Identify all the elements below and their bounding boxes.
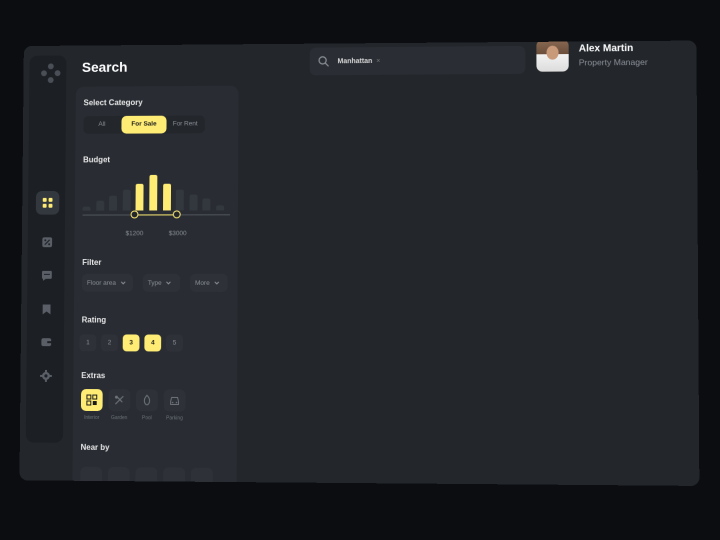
budget-max-label: $3000 xyxy=(168,230,187,238)
budget-bar xyxy=(162,183,171,211)
extra-interior-label: Interior xyxy=(83,414,100,422)
bookmark-icon xyxy=(42,304,51,315)
floor-area-label: Floor area xyxy=(86,279,116,287)
extras-title: Extras xyxy=(81,371,106,381)
budget-bar xyxy=(95,200,104,211)
near-by-item[interactable] xyxy=(135,467,158,486)
filter-panel: Select Category All For Sale For Rent Bu… xyxy=(72,85,239,486)
chevron-down-icon xyxy=(166,280,172,286)
more-label: More xyxy=(195,279,210,287)
category-all[interactable]: All xyxy=(83,116,120,134)
rating-5[interactable]: 5 xyxy=(166,334,183,352)
extra-pool[interactable] xyxy=(136,389,158,412)
avatar xyxy=(536,40,569,72)
rating-title: Rating xyxy=(81,315,107,325)
near-by-title: Near by xyxy=(80,442,110,453)
discount-icon xyxy=(42,237,53,248)
budget-slider-range xyxy=(134,214,177,216)
budget-min-label: $1200 xyxy=(125,230,144,238)
location-chip[interactable]: Manhattan × xyxy=(337,57,380,64)
budget-bar xyxy=(175,189,184,211)
budget-min-handle[interactable] xyxy=(130,210,138,219)
category-title: Select Category xyxy=(83,98,143,108)
garden-icon xyxy=(113,394,125,406)
chevron-down-icon xyxy=(120,280,126,286)
budget-bar xyxy=(149,175,158,211)
rating-2[interactable]: 2 xyxy=(101,334,118,352)
sidebar-item-settings[interactable] xyxy=(34,364,58,388)
user-role: Property Manager xyxy=(578,56,648,68)
sidebar-item-wallet[interactable] xyxy=(34,330,58,354)
budget-bar xyxy=(82,206,91,211)
user-profile[interactable]: Alex Martin Property Manager xyxy=(536,40,648,74)
type-dropdown[interactable]: Type xyxy=(142,273,181,292)
rating-1[interactable]: 1 xyxy=(79,334,97,352)
parking-icon xyxy=(169,394,181,406)
category-segmented-control: All For Sale For Rent xyxy=(83,115,205,134)
sidebar-item-dashboard[interactable] xyxy=(35,190,60,215)
near-by-item[interactable] xyxy=(190,467,213,486)
sidebar-item-saved[interactable] xyxy=(35,298,59,322)
rating-3[interactable]: 3 xyxy=(122,334,140,352)
budget-bar xyxy=(216,205,225,211)
budget-bar xyxy=(189,194,198,211)
extra-garden[interactable] xyxy=(108,389,131,412)
sidebar-item-deals[interactable] xyxy=(35,230,59,254)
chat-icon xyxy=(41,270,52,281)
budget-max-handle[interactable] xyxy=(172,210,181,219)
grid-icon xyxy=(42,197,53,208)
budget-bar xyxy=(122,189,131,211)
extra-pool-label: Pool xyxy=(141,415,152,422)
category-for-rent[interactable]: For Rent xyxy=(165,115,204,133)
remove-chip-icon[interactable]: × xyxy=(376,57,380,64)
extra-interior[interactable] xyxy=(80,389,103,412)
page-title: Search xyxy=(81,58,128,75)
chevron-down-icon xyxy=(214,280,220,286)
budget-histogram xyxy=(82,169,231,211)
budget-title: Budget xyxy=(83,155,111,165)
logo-icon xyxy=(41,63,61,84)
rating-4[interactable]: 4 xyxy=(144,334,162,352)
pool-icon xyxy=(141,394,153,406)
budget-bar xyxy=(109,196,118,211)
sidebar-item-messages[interactable] xyxy=(35,264,59,288)
wallet-icon xyxy=(41,338,52,347)
budget-bar xyxy=(135,183,144,211)
sidebar xyxy=(25,55,67,443)
floor-area-dropdown[interactable]: Floor area xyxy=(81,273,134,292)
near-by-item[interactable] xyxy=(163,467,186,486)
type-label: Type xyxy=(147,279,162,287)
extra-parking-label: Parking xyxy=(166,415,183,422)
extra-garden-label: Garden xyxy=(110,415,128,422)
category-for-sale[interactable]: For Sale xyxy=(121,115,167,134)
budget-bar xyxy=(202,198,211,211)
search-icon xyxy=(318,55,330,67)
location-chip-label: Manhattan xyxy=(337,57,373,65)
near-by-item[interactable] xyxy=(107,467,130,486)
interior-icon xyxy=(86,394,98,406)
filter-title: Filter xyxy=(82,258,102,267)
extra-parking[interactable] xyxy=(163,389,186,412)
near-by-item[interactable] xyxy=(80,466,103,486)
user-name: Alex Martin xyxy=(578,43,634,55)
search-bar[interactable]: Manhattan × xyxy=(309,45,526,76)
gear-icon xyxy=(40,369,52,382)
more-dropdown[interactable]: More xyxy=(190,273,228,292)
app-window: Search Manhattan × Alex Martin Property … xyxy=(19,40,700,486)
